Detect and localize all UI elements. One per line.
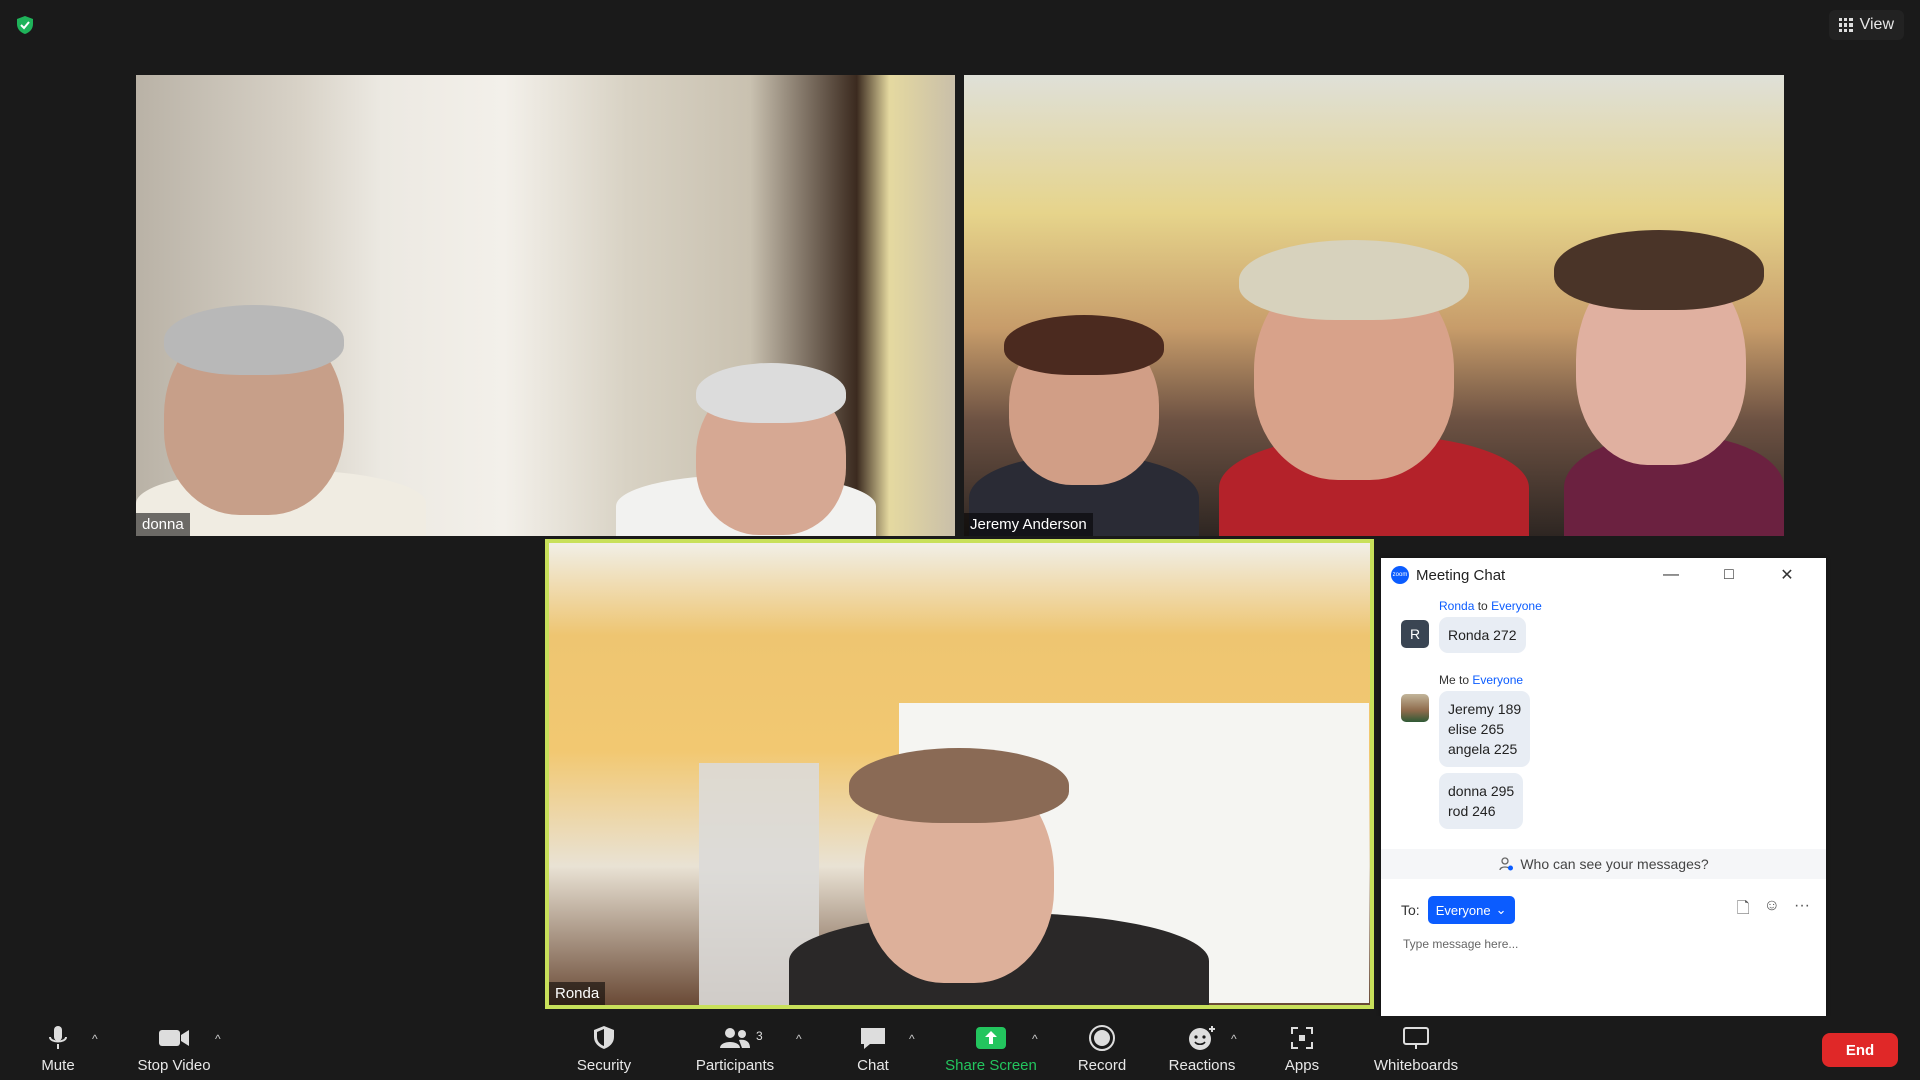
message-line: rod 246 [1448, 803, 1496, 819]
chat-label: Chat [857, 1057, 889, 1074]
message-meta: Ronda to Everyone [1439, 599, 1542, 613]
avatar[interactable] [1401, 694, 1429, 722]
participants-icon [718, 1023, 752, 1053]
message-bubble[interactable]: donna 295 rod 246 [1439, 773, 1524, 829]
message-line: elise 265 [1448, 721, 1505, 737]
share-screen-icon [975, 1023, 1007, 1053]
encryption-shield-icon[interactable] [14, 14, 36, 36]
recipient-name[interactable]: Everyone [1472, 673, 1523, 687]
message-input[interactable] [1401, 935, 1810, 1019]
message-line: Ronda 272 [1448, 627, 1517, 643]
sender-name: Me [1439, 673, 1456, 687]
view-button[interactable]: View [1828, 10, 1904, 40]
to-word: to [1477, 599, 1488, 613]
avatar[interactable]: R [1401, 620, 1429, 648]
microphone-icon [47, 1023, 69, 1053]
sender-name[interactable]: Ronda [1439, 599, 1474, 613]
mute-button[interactable]: Mute [22, 1016, 94, 1080]
video-feed [964, 75, 1784, 536]
security-shield-icon [592, 1023, 616, 1053]
meeting-chat-window[interactable]: zoom Meeting Chat — □ ✕ Ronda to Everyon… [1381, 558, 1826, 1032]
stop-video-label: Stop Video [137, 1057, 211, 1074]
whiteboards-button[interactable]: Whiteboards [1364, 1016, 1468, 1080]
record-label: Record [1077, 1057, 1127, 1074]
participants-button[interactable]: Participants [688, 1016, 782, 1080]
video-tile-ronda-active-speaker[interactable]: Ronda [545, 539, 1374, 1009]
chat-options-caret[interactable]: ^ [909, 1032, 915, 1046]
participant-name: donna [136, 513, 190, 536]
maximize-icon[interactable]: □ [1700, 566, 1758, 584]
whiteboard-icon [1402, 1023, 1430, 1053]
security-button[interactable]: Security [566, 1016, 642, 1080]
to-label: To: [1401, 902, 1420, 918]
chat-title: Meeting Chat [1416, 566, 1506, 584]
video-tile-donna[interactable]: donna [136, 75, 955, 536]
reactions-button[interactable]: Reactions [1164, 1016, 1240, 1080]
participant-name: Jeremy Anderson [964, 513, 1093, 536]
chat-button[interactable]: Chat [846, 1016, 900, 1080]
participants-label: Participants [695, 1057, 775, 1074]
recipient-value: Everyone [1435, 902, 1491, 918]
record-button[interactable]: Record [1072, 1016, 1132, 1080]
message-meta: Me to Everyone [1439, 673, 1530, 687]
emoji-icon[interactable]: ☺ [1764, 897, 1780, 924]
view-label: View [1859, 16, 1894, 33]
close-icon[interactable]: ✕ [1758, 565, 1816, 585]
minimize-icon[interactable]: — [1642, 566, 1700, 584]
share-screen-button[interactable]: Share Screen [940, 1016, 1042, 1080]
apps-button[interactable]: Apps [1272, 1016, 1332, 1080]
stop-video-button[interactable]: Stop Video [126, 1016, 222, 1080]
reactions-options-caret[interactable]: ^ [1231, 1032, 1237, 1046]
record-icon [1088, 1023, 1116, 1053]
apps-label: Apps [1284, 1057, 1320, 1074]
reactions-smiley-icon [1187, 1023, 1217, 1053]
video-camera-icon [158, 1023, 190, 1053]
recipient-select[interactable]: Everyone ⌄ [1427, 896, 1515, 924]
mute-label: Mute [41, 1057, 75, 1074]
chevron-down-icon: ⌄ [1495, 902, 1507, 917]
message-line: Jeremy 189 [1448, 701, 1522, 717]
share-screen-label: Share Screen [945, 1057, 1037, 1074]
meeting-toolbar: Mute ^ Stop Video ^ Security Participant… [0, 1016, 1920, 1080]
zoom-logo-icon: zoom [1391, 566, 1409, 584]
message-line: angela 225 [1448, 741, 1518, 757]
video-feed [136, 75, 955, 536]
recipient-row: To: Everyone ⌄ 🗋 ☺ ··· [1401, 896, 1810, 924]
file-icon[interactable]: 🗋 [1737, 897, 1750, 924]
more-icon[interactable]: ··· [1794, 897, 1810, 924]
apps-icon [1289, 1023, 1315, 1053]
message-line: donna 295 [1448, 783, 1515, 799]
participants-options-caret[interactable]: ^ [796, 1032, 802, 1046]
security-label: Security [576, 1057, 632, 1074]
whiteboards-label: Whiteboards [1373, 1057, 1459, 1074]
share-options-caret[interactable]: ^ [1032, 1032, 1038, 1046]
chat-message: Me to Everyone Jeremy 189 elise 265 ange… [1439, 673, 1531, 829]
message-bubble[interactable]: Jeremy 189 elise 265 angela 225 [1439, 691, 1531, 767]
end-button[interactable]: End [1822, 1033, 1898, 1067]
participants-count: 3 [756, 1029, 763, 1043]
video-tile-jeremy-anderson[interactable]: Jeremy Anderson [964, 75, 1784, 536]
chat-message: Ronda to Everyone Ronda 272 [1439, 599, 1542, 653]
participant-name: Ronda [549, 982, 606, 1005]
user-info-icon [1499, 857, 1514, 871]
privacy-text: Who can see your messages? [1520, 856, 1709, 872]
chat-header: zoom Meeting Chat — □ ✕ [1381, 558, 1826, 592]
grid-icon [1838, 18, 1853, 32]
chat-bubble-icon [859, 1023, 887, 1053]
recipient-name[interactable]: Everyone [1491, 599, 1542, 613]
message-bubble[interactable]: Ronda 272 [1439, 617, 1526, 653]
privacy-link[interactable]: Who can see your messages? [1381, 849, 1826, 879]
video-options-caret[interactable]: ^ [215, 1032, 221, 1046]
video-feed [549, 543, 1370, 1005]
reactions-label: Reactions [1168, 1057, 1236, 1074]
audio-options-caret[interactable]: ^ [92, 1032, 98, 1046]
to-word: to [1459, 673, 1470, 687]
